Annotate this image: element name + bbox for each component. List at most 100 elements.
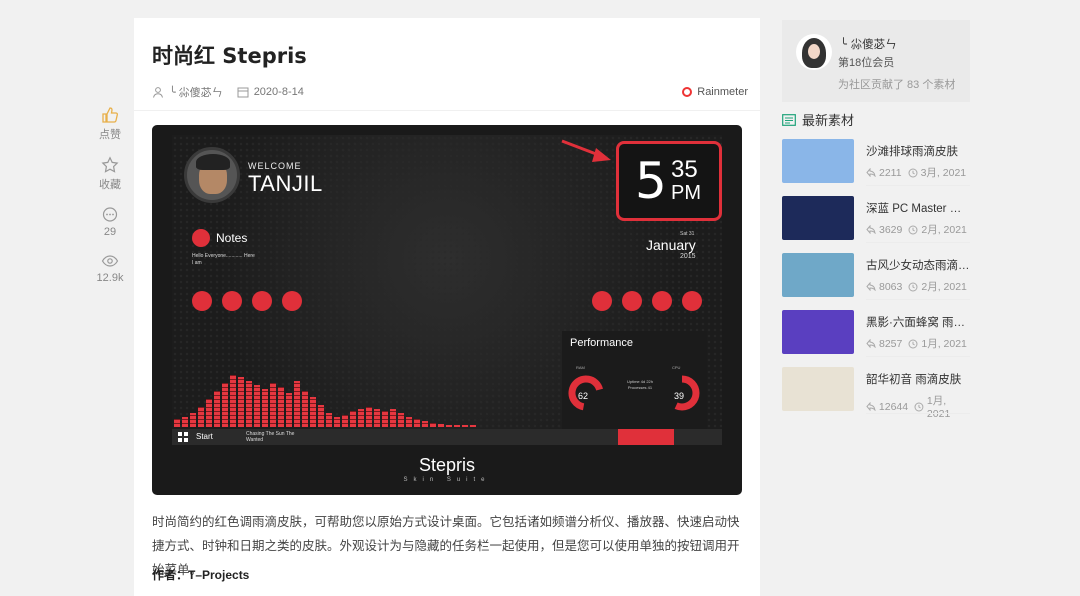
item-time: 2月, 2021 <box>921 224 967 236</box>
author-profile-card: ╰ 尛傻苾ㄣ 第18位会员 为社区贡献了 83 个素材 <box>782 20 970 102</box>
item-divider <box>866 299 970 300</box>
chat-icon <box>622 291 642 311</box>
item-divider <box>866 242 970 243</box>
action-rail: 点赞 收藏 29 12.9k <box>90 106 130 298</box>
date-year: 2015 <box>680 253 696 260</box>
author-username[interactable]: ╰ 尛傻苾ㄣ <box>840 36 897 52</box>
item-thumbnail[interactable] <box>782 310 854 354</box>
fire-icon <box>592 291 612 311</box>
preview-avatar <box>184 147 240 203</box>
calendar-icon <box>237 86 249 98</box>
article-card: 时尚红 Stepris ╰ 尛傻苾ㄣ 2020-8-14 Rainmeter W… <box>134 18 760 596</box>
item-thumbnail[interactable] <box>782 196 854 240</box>
clock-icon <box>908 225 918 234</box>
preview-clock: 5 35 PM <box>616 141 722 221</box>
favorite-button[interactable]: 收藏 <box>90 156 130 192</box>
cpu-gauge: CPU 39 <box>664 365 700 419</box>
list-icon <box>782 113 796 126</box>
share-icon <box>866 168 876 177</box>
category-label: Rainmeter <box>697 86 748 98</box>
red-arrow-icon <box>561 139 611 162</box>
item-thumbnail[interactable] <box>782 367 854 411</box>
notes-label: Notes <box>216 231 248 245</box>
item-thumbnail[interactable] <box>782 139 854 183</box>
item-divider <box>866 413 970 414</box>
list-item[interactable]: 深蓝 PC Master 雨滴皮肤 3629 2月, 2021 <box>782 194 972 251</box>
comment-icon <box>102 207 118 222</box>
latest-heading: 最新素材 <box>782 110 854 129</box>
item-stats: 12644 1月, 2021 <box>866 393 972 420</box>
like-label: 点赞 <box>99 129 121 141</box>
category-link[interactable]: Rainmeter <box>682 86 748 98</box>
views-indicator: 12.9k <box>90 252 130 284</box>
list-item[interactable]: 沙滩排球雨滴皮肤 2211 3月, 2021 <box>782 137 972 194</box>
clock-icon <box>908 339 918 348</box>
list-item[interactable]: 古风少女动态雨滴皮肤 8063 2月, 2021 <box>782 251 972 308</box>
item-title[interactable]: 古风少女动态雨滴皮肤 <box>866 257 972 273</box>
perf-title: Performance <box>570 337 633 349</box>
ram-label: RAM <box>576 365 585 370</box>
author-contribution: 为社区贡献了 83 个素材 <box>838 79 956 91</box>
star-icon <box>101 156 119 173</box>
item-stats: 8257 1月, 2021 <box>866 336 967 351</box>
windows-icon <box>178 432 188 442</box>
ram-gauge: RAM 62 <box>568 365 604 419</box>
cpu-value: 39 <box>674 391 685 401</box>
comment-button[interactable]: 29 <box>90 206 130 238</box>
view-count: 12.9k <box>96 272 124 284</box>
clock-hour: 5 <box>635 152 667 210</box>
preview-image[interactable]: WELCOME TANJIL 5 35 PM Notes Hello Every… <box>152 125 742 495</box>
item-title[interactable]: 沙滩排球雨滴皮肤 <box>866 143 972 159</box>
notes-text: Hello Everyone............ Here I am <box>192 253 255 266</box>
date-month: January <box>646 237 696 253</box>
like-button[interactable]: 点赞 <box>90 106 130 142</box>
item-title[interactable]: 韶华初音 雨滴皮肤 <box>866 371 972 387</box>
share-icon <box>866 339 876 348</box>
game-icon <box>222 291 242 311</box>
item-time: 1月, 2021 <box>921 338 967 350</box>
desktop-preview: WELCOME TANJIL 5 35 PM Notes Hello Every… <box>172 135 722 445</box>
item-views: 2211 <box>879 166 902 179</box>
favorite-label: 收藏 <box>99 179 121 191</box>
item-views: 3629 <box>879 223 903 236</box>
thumbs-up-icon <box>102 107 118 123</box>
article-credit: 作者：T–Projects <box>152 568 250 582</box>
item-stats: 8063 2月, 2021 <box>866 279 967 294</box>
opera-icon <box>652 291 672 311</box>
share-icon <box>866 402 876 411</box>
share-icon <box>866 282 876 291</box>
share-icon <box>866 225 876 234</box>
item-time: 1月, 2021 <box>926 395 951 420</box>
item-views: 8063 <box>879 280 903 293</box>
eye-icon <box>101 255 119 267</box>
comment-count: 29 <box>103 226 117 238</box>
preview-brand: Stepris <box>418 455 476 475</box>
item-title[interactable]: 黑影·六面蜂窝 雨滴皮肤 <box>866 314 972 330</box>
item-thumbnail[interactable] <box>782 253 854 297</box>
item-divider <box>866 356 970 357</box>
latest-heading-label: 最新素材 <box>802 113 855 128</box>
item-title[interactable]: 深蓝 PC Master 雨滴皮肤 <box>866 200 972 216</box>
author-link[interactable]: ╰ 尛傻苾ㄣ <box>169 84 223 100</box>
article-meta: ╰ 尛傻苾ㄣ 2020-8-14 Rainmeter <box>152 82 748 102</box>
folder-icon <box>282 291 302 311</box>
clock-icon <box>908 282 918 291</box>
author-avatar[interactable] <box>796 34 832 70</box>
item-time: 3月, 2021 <box>920 167 967 179</box>
list-item[interactable]: 韶华初音 雨滴皮肤 12644 1月, 2021 <box>782 365 972 422</box>
preview-taskbar: Start Chasing The Sun The Wanted <box>172 429 722 445</box>
notes-icon <box>192 229 210 247</box>
item-time: 2月, 2021 <box>921 281 967 293</box>
preview-welcome: WELCOME <box>248 161 302 171</box>
page-title: 时尚红 Stepris <box>152 44 307 68</box>
user-icon <box>152 86 164 98</box>
clock-minute: 35 <box>671 156 698 183</box>
list-item[interactable]: 黑影·六面蜂窝 雨滴皮肤 8257 1月, 2021 <box>782 308 972 365</box>
office-icon <box>252 291 272 311</box>
item-views: 8257 <box>879 337 903 350</box>
meta-divider <box>134 110 760 111</box>
song-text: Chasing The Sun The Wanted <box>246 431 295 443</box>
item-divider <box>866 185 970 186</box>
clock-ampm: PM <box>671 182 701 204</box>
publish-date: 2020-8-14 <box>253 86 304 98</box>
